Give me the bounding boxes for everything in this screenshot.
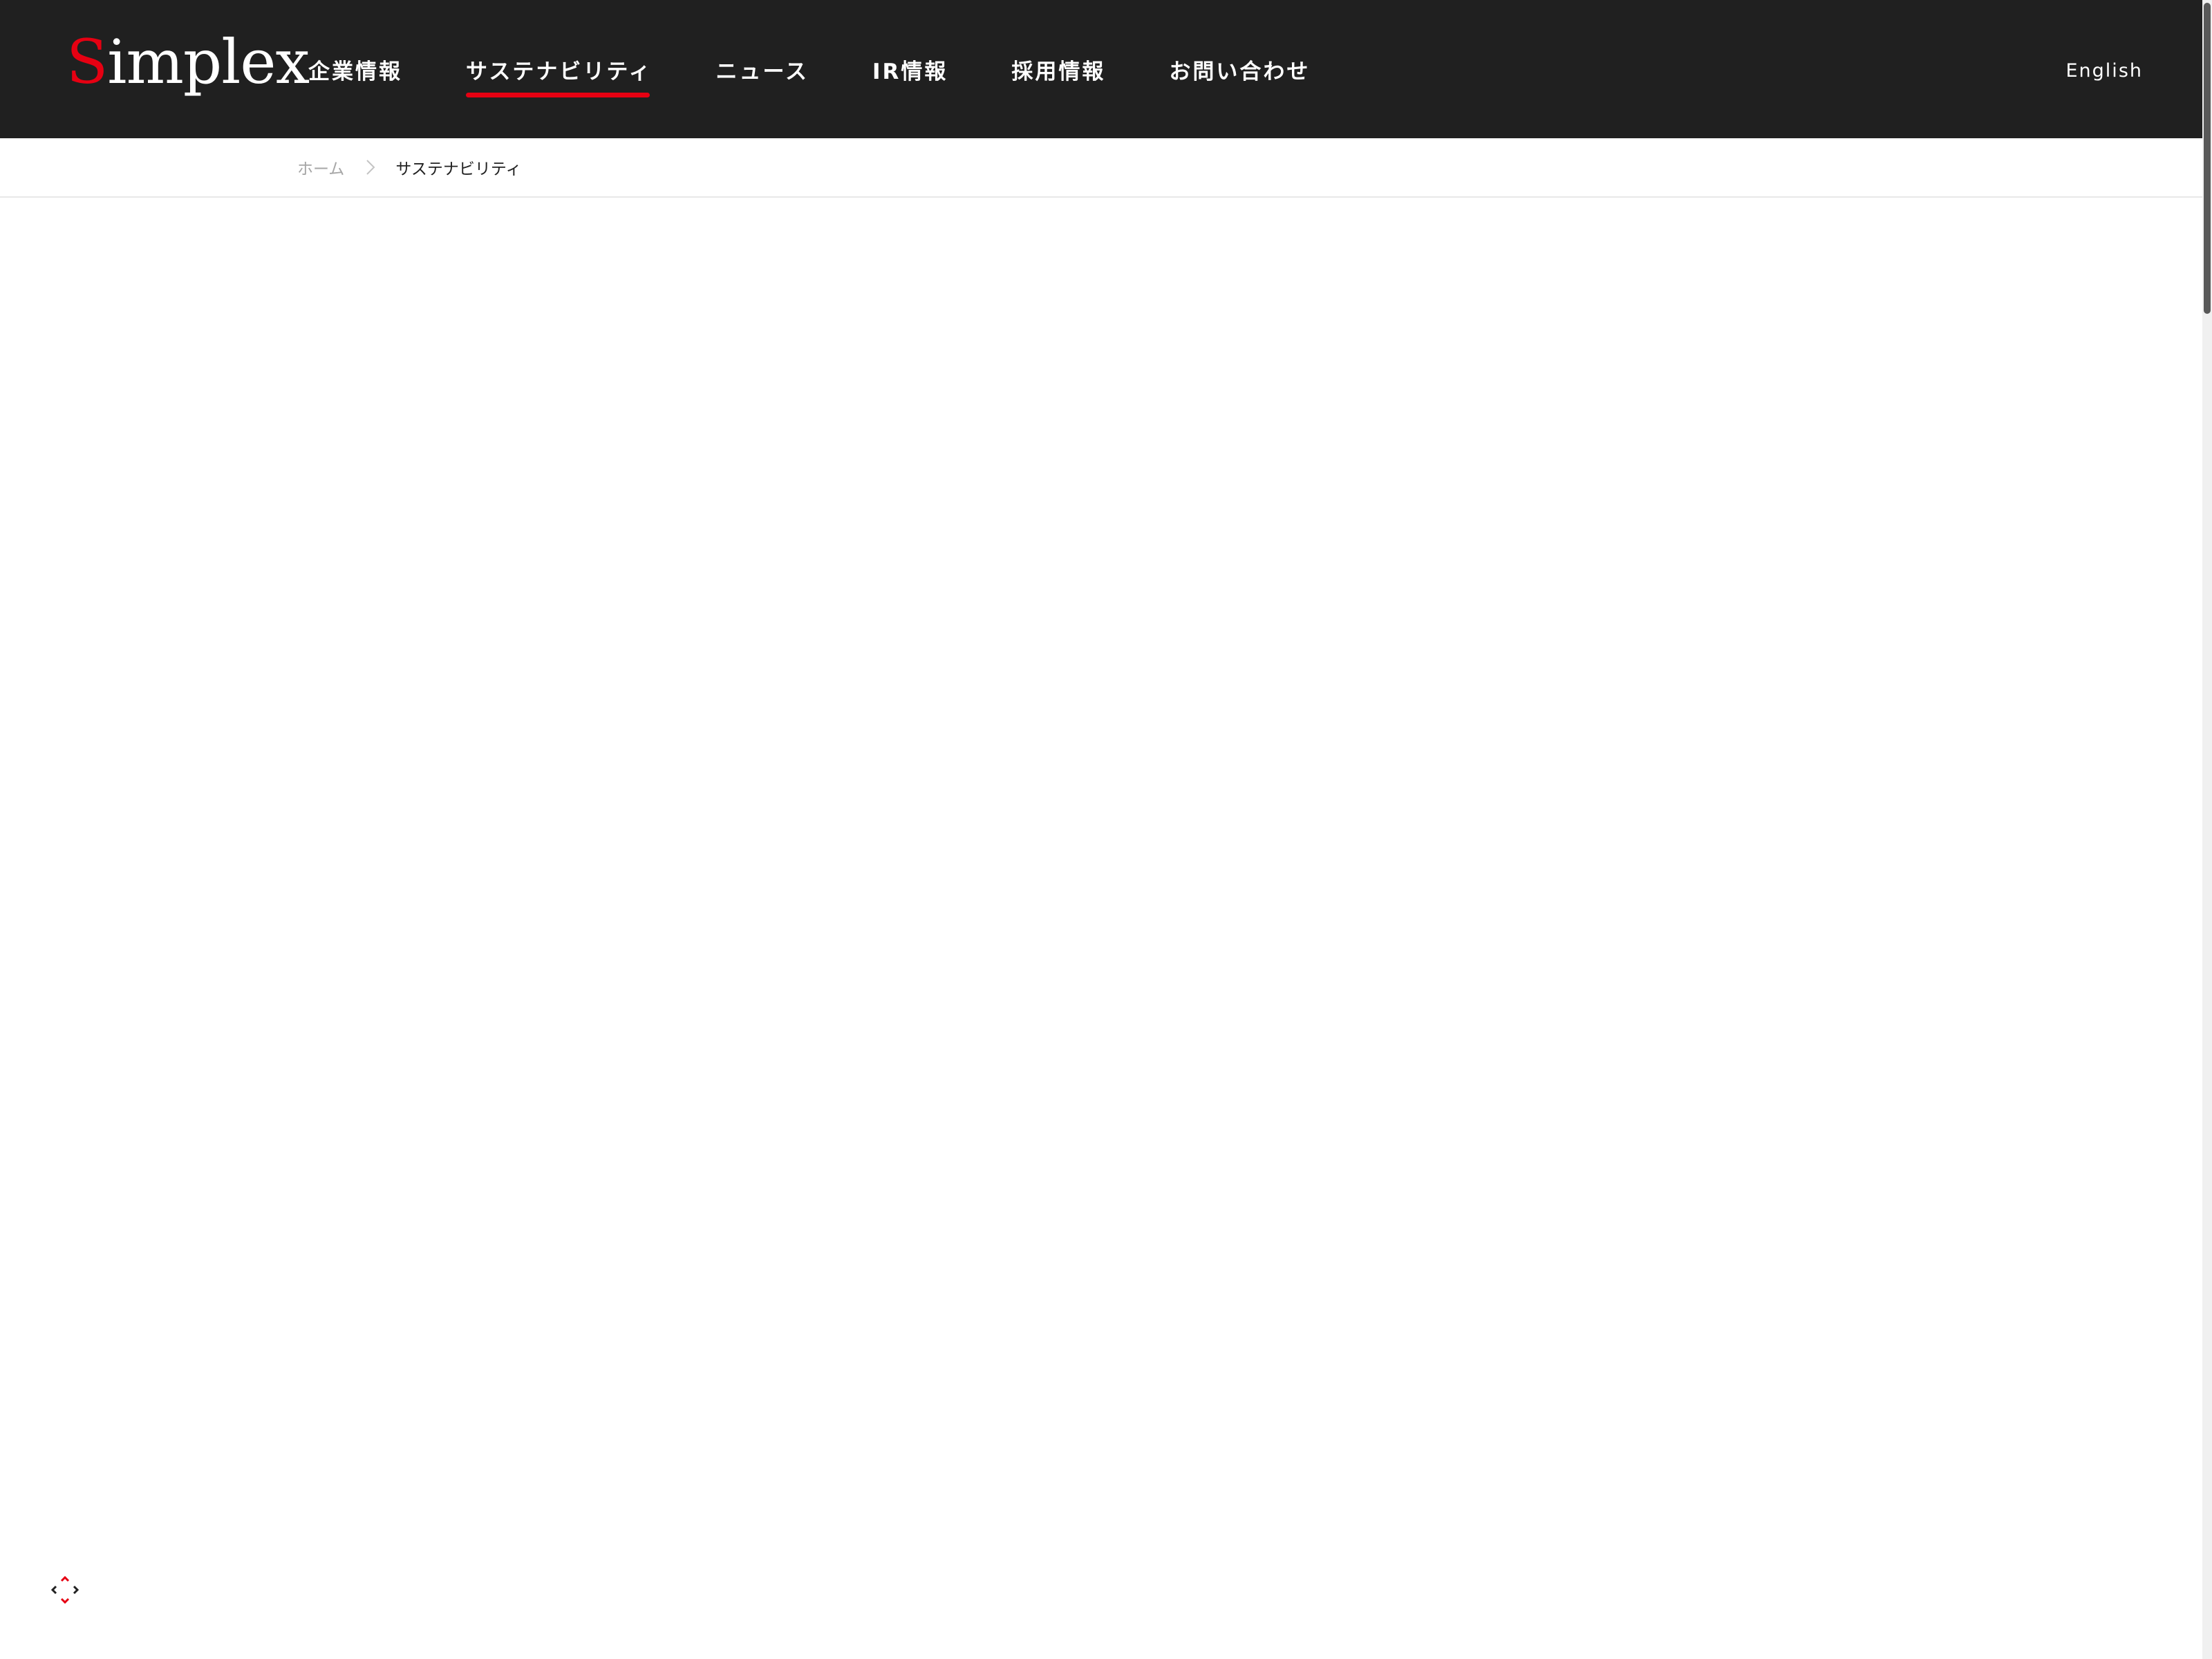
nav-item-contact[interactable]: お問い合わせ xyxy=(1169,0,1310,138)
site-header: Simplex 企業情報 サステナビリティ ニュース IR情報 採用情報 お問い… xyxy=(0,0,2202,138)
simplex-logo[interactable]: Simplex xyxy=(66,26,310,97)
nav-item-news[interactable]: ニュース xyxy=(716,0,809,138)
expand-arrows-icon[interactable] xyxy=(50,1575,80,1605)
nav-item-sustainability[interactable]: サステナビリティ xyxy=(466,0,653,138)
scrollbar-thumb[interactable] xyxy=(2204,3,2211,314)
nav-item-company[interactable]: 企業情報 xyxy=(308,0,402,138)
logo-rest: implex xyxy=(107,26,310,97)
logo-first-letter: S xyxy=(66,26,108,97)
main-nav: 企業情報 サステナビリティ ニュース IR情報 採用情報 お問い合わせ xyxy=(308,0,1374,138)
breadcrumb-current: サステナビリティ xyxy=(395,160,522,178)
chevron-right-icon xyxy=(357,153,384,181)
breadcrumb-home-link[interactable]: ホーム xyxy=(297,156,344,179)
scrollbar-track[interactable] xyxy=(2202,0,2212,1659)
nav-item-ir[interactable]: IR情報 xyxy=(872,0,948,138)
breadcrumb-trail: ホーム サステナビリティ xyxy=(297,138,521,196)
language-switch-english[interactable]: English xyxy=(2066,0,2144,141)
breadcrumb: ホーム サステナビリティ xyxy=(0,138,2202,198)
nav-item-recruit[interactable]: 採用情報 xyxy=(1011,0,1105,138)
